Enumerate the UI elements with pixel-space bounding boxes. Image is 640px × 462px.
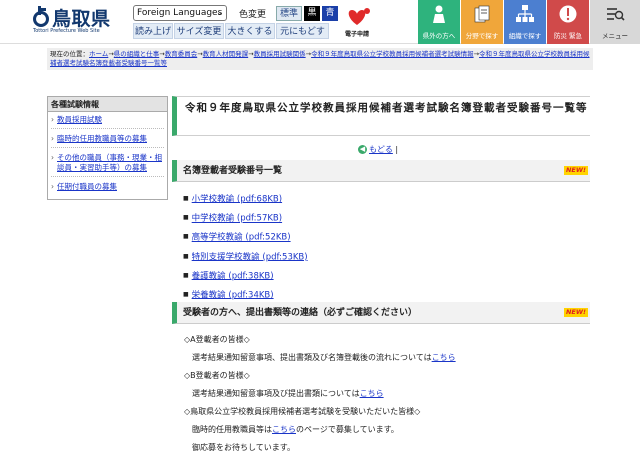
back-link[interactable]: もどる	[369, 145, 393, 154]
pdf-link[interactable]: 特別支援学校教諭 (pdf:53KB)	[192, 252, 308, 262]
notice-b-text: 選考結果通知留意事項及び提出書類については	[192, 389, 360, 398]
sidebar-item: その他の職員（事務・現業・相談員・実習助手等）の募集	[51, 153, 164, 177]
enlarge-button[interactable]: 大きくする	[225, 23, 275, 39]
hamburger-search-icon	[607, 8, 625, 21]
language-select-value: Foreign Languages	[137, 8, 223, 18]
sidebar-link-temporary-staff[interactable]: 臨時的任用教職員等の募集	[57, 134, 147, 143]
notice-c-text: 臨時的任用教職員等は	[192, 425, 272, 434]
breadcrumb-item[interactable]: 令和９年度鳥取県公立学校教員採用候補者選考試験情報	[311, 50, 474, 58]
list-item: 養護教諭 (pdf:38KB)	[183, 267, 308, 286]
list-item: 高等学校教諭 (pdf:52KB)	[183, 228, 308, 247]
color-black-button[interactable]: 黒	[304, 6, 320, 21]
chevron-down-icon: ⌄	[216, 8, 223, 17]
color-standard-button[interactable]: 標準	[276, 6, 302, 21]
nav-search-by-field[interactable]: 分野で探す	[461, 0, 503, 44]
sidebar-item: 任期付職員の募集	[51, 182, 164, 195]
notice-b-title: ◇B登載者の皆様◇	[184, 371, 250, 380]
e-application-label: 電子申請	[344, 31, 369, 38]
new-badge: NEW!	[563, 308, 588, 317]
pdf-link[interactable]: 中学校教諭 (pdf:57KB)	[192, 214, 282, 224]
nav-disaster-emergency-label: 防災 緊急	[553, 32, 583, 40]
list-item: 中学校教諭 (pdf:57KB)	[183, 209, 308, 228]
documents-icon	[474, 5, 490, 23]
sidebar-item: 臨時的任用教職員等の募集	[51, 134, 164, 148]
breadcrumb-prefix: 現在の位置：	[50, 50, 89, 58]
pdf-list: 小学校教諭 (pdf:68KB) 中学校教諭 (pdf:57KB) 高等学校教諭…	[183, 190, 308, 305]
separator: |	[395, 145, 399, 154]
org-chart-icon	[516, 5, 534, 22]
breadcrumb: 現在の位置：ホーム→県の組織と仕事→教育委員会→教育人材開発課→教員採用試験関係…	[47, 48, 593, 70]
breadcrumb-item[interactable]: 教員採用試験関係	[254, 50, 306, 58]
breadcrumb-item[interactable]: 県の組織と仕事	[114, 50, 160, 58]
back-nav: ◀ もどる |	[358, 144, 398, 155]
font-size-label: サイズ変更	[174, 23, 224, 39]
notice-c-text-2: のページで募集しています。	[296, 425, 399, 434]
sidebar: 各種試験情報 教員採用試験 臨時的任用教職員等の募集 その他の職員（事務・現業・…	[47, 96, 168, 200]
nav-search-by-organization[interactable]: 組織で探す	[504, 0, 546, 44]
sidebar-link-teacher-exam[interactable]: 教員採用試験	[57, 115, 102, 124]
notice-c-closing: 御応募をお待ちしています。	[192, 443, 295, 452]
sidebar-link-fixed-term-staff[interactable]: 任期付職員の募集	[57, 182, 117, 191]
e-application-icon	[348, 8, 370, 25]
e-application-link[interactable]: 電子申請	[339, 5, 375, 41]
pdf-link[interactable]: 小学校教諭 (pdf:68KB)	[192, 194, 282, 204]
section-heading-number-list: 名簿登載者受験番号一覧 NEW!	[172, 160, 590, 182]
language-select[interactable]: Foreign Languages ⌄	[133, 5, 227, 21]
warning-icon	[559, 5, 577, 23]
breadcrumb-item[interactable]: 教育委員会	[165, 50, 198, 58]
breadcrumb-item[interactable]: ホーム	[89, 50, 108, 58]
read-aloud-button[interactable]: 読み上げ	[133, 23, 173, 39]
sidebar-link-other-staff[interactable]: その他の職員（事務・現業・相談員・実習助手等）の募集	[57, 153, 162, 172]
section-heading-notice: 受験者の方へ、提出書類等の連絡（必ずご確認ください） NEW!	[172, 302, 590, 324]
notice-b-line: 選考結果通知留意事項及び提出書類についてはこちら	[192, 388, 384, 399]
site-logo[interactable]: 鳥取県 Tottori Prefecture Web Site	[32, 4, 132, 38]
logo-subtitle: Tottori Prefecture Web Site	[33, 28, 100, 34]
pdf-link[interactable]: 高等学校教諭 (pdf:52KB)	[192, 233, 291, 243]
arrow-left-icon: ◀	[358, 145, 367, 154]
section-heading-text: 名簿登載者受験番号一覧	[183, 166, 283, 176]
menu-button[interactable]: メニュー	[590, 0, 640, 44]
new-badge: NEW!	[563, 166, 588, 175]
nav-outside-prefecture-label: 県外の方へ	[422, 32, 456, 40]
site-header: 鳥取県 Tottori Prefecture Web Site Foreign …	[0, 0, 640, 44]
notice-a-link[interactable]: こちら	[432, 353, 456, 362]
reset-size-button[interactable]: 元にもどす	[276, 23, 329, 39]
breadcrumb-item[interactable]: 教育人材開発課	[203, 50, 249, 58]
sidebar-item: 教員採用試験	[51, 115, 164, 129]
page-title: 令和９年度鳥取県公立学校教員採用候補者選考試験名簿登載者受験番号一覧等	[172, 96, 590, 136]
list-item: 特別支援学校教諭 (pdf:53KB)	[183, 248, 308, 267]
nav-outside-prefecture[interactable]: 県外の方へ	[418, 0, 460, 44]
pdf-link[interactable]: 栄養教諭 (pdf:34KB)	[192, 290, 274, 300]
pdf-link[interactable]: 養護教諭 (pdf:38KB)	[192, 271, 274, 281]
notice-a-title: ◇A登載者の皆様◇	[184, 335, 250, 344]
list-item: 小学校教諭 (pdf:68KB)	[183, 190, 308, 209]
notice-b-link[interactable]: こちら	[360, 389, 384, 398]
notice-a-line: 選考結果通知留意事項、提出書類及び名簿登載後の流れについてはこちら	[192, 352, 456, 363]
nav-search-by-field-label: 分野で探す	[465, 32, 499, 40]
notice-c-line: 臨時的任用教職員等はこちらのページで募集しています。	[192, 424, 399, 435]
tottori-logo-icon	[33, 6, 49, 27]
sidebar-title: 各種試験情報	[48, 97, 167, 112]
notice-c-link[interactable]: こちら	[272, 425, 296, 434]
menu-label: メニュー	[602, 32, 628, 40]
logo-text: 鳥取県	[52, 8, 111, 30]
notice-a-text: 選考結果通知留意事項、提出書類及び名簿登載後の流れについては	[192, 353, 432, 362]
color-blue-button[interactable]: 青	[322, 6, 338, 21]
nav-search-by-organization-label: 組織で探す	[508, 32, 542, 40]
notice-c-title: ◇鳥取県公立学校教員採用候補者選考試験を受験いただいた皆様◇	[184, 407, 421, 416]
person-icon	[433, 5, 445, 23]
nav-disaster-emergency[interactable]: 防災 緊急	[547, 0, 589, 44]
color-change-label: 色変更	[239, 10, 267, 20]
section-heading-text: 受験者の方へ、提出書類等の連絡（必ずご確認ください）	[183, 308, 418, 318]
